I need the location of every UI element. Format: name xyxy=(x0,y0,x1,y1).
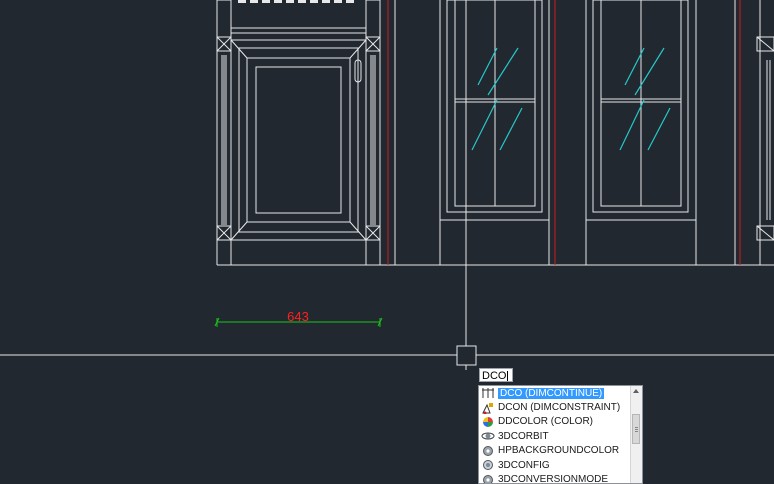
dimension-text: 643 xyxy=(287,309,309,324)
command-autocomplete-list[interactable]: DCO (DIMCONTINUE) DCON (DIMCONSTRAINT) D… xyxy=(478,385,643,484)
text-caret xyxy=(507,370,509,381)
autocomplete-scrollbar[interactable] xyxy=(630,386,642,483)
autocomplete-items: DCO (DIMCONTINUE) DCON (DIMCONSTRAINT) D… xyxy=(479,386,632,484)
autocomplete-item-label: DCO (DIMCONTINUE) xyxy=(498,387,605,399)
crosshair-cursor xyxy=(0,0,774,370)
drawing-canvas[interactable]: 643 xyxy=(0,0,774,484)
orbit-icon xyxy=(481,432,495,440)
autocomplete-item-label: 3DCORBIT xyxy=(498,430,549,442)
autocomplete-item-dimconstraint[interactable]: DCON (DIMCONSTRAINT) xyxy=(479,400,632,414)
autocomplete-item-label: DCON (DIMCONSTRAINT) xyxy=(498,402,621,414)
color-wheel-icon xyxy=(483,416,493,427)
centerlines xyxy=(387,0,741,265)
config-icon xyxy=(483,460,493,471)
dentil-trim xyxy=(238,0,354,3)
autocomplete-item-label: HPBACKGROUNDCOLOR xyxy=(498,445,620,457)
gear-icon xyxy=(483,474,493,483)
autocomplete-item-label: DDCOLOR (COLOR) xyxy=(498,416,594,428)
scroll-up-icon[interactable] xyxy=(633,389,639,393)
dimconstraint-icon xyxy=(482,402,493,414)
autocomplete-item-dimcontinue[interactable]: DCO (DIMCONTINUE) xyxy=(479,386,632,400)
autocomplete-item-3dconversionmode[interactable]: 3DCONVERSIONMODE xyxy=(479,472,632,484)
autocomplete-item-label: 3DCONVERSIONMODE xyxy=(498,474,609,484)
linear-dimension[interactable]: 643 xyxy=(214,309,383,327)
autocomplete-item-hpbackgroundcolor[interactable]: HPBACKGROUNDCOLOR xyxy=(479,444,632,458)
autocomplete-item-label: 3DCONFIG xyxy=(498,459,550,471)
gear-icon xyxy=(483,445,493,456)
autocomplete-item-ddcolor[interactable]: DDCOLOR (COLOR) xyxy=(479,415,632,429)
autocomplete-item-3dconfig[interactable]: 3DCONFIG xyxy=(479,458,632,472)
dimcontinue-icon xyxy=(482,388,494,399)
scrollbar-thumb[interactable] xyxy=(632,414,640,444)
cabinet-elevation xyxy=(216,0,774,266)
dynamic-command-input[interactable]: DCO xyxy=(479,368,513,382)
autocomplete-item-3dcorbit[interactable]: 3DCORBIT xyxy=(479,429,632,443)
command-input-text: DCO xyxy=(482,370,507,382)
